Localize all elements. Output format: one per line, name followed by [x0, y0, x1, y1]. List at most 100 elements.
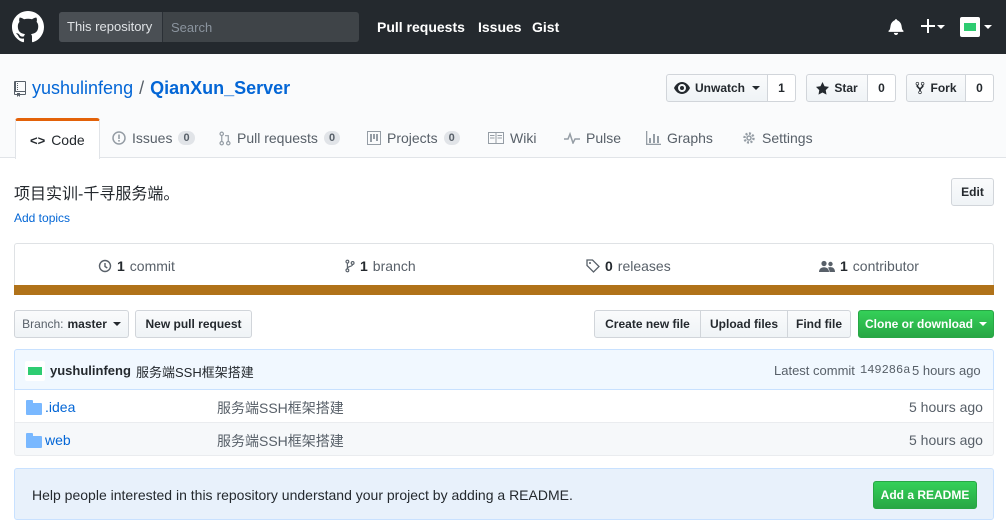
- repo-title: yushulinfeng / QianXun_Server: [14, 78, 290, 99]
- fork-count[interactable]: 0: [966, 74, 994, 102]
- upload-files-button[interactable]: Upload files: [700, 310, 788, 338]
- find-file-button[interactable]: Find file: [787, 310, 851, 338]
- releases-link[interactable]: 0 releases: [586, 258, 671, 274]
- tab-issues[interactable]: Issues 0: [112, 118, 195, 158]
- contributors-link[interactable]: 1 contributor: [819, 258, 919, 274]
- commit-tease: yushulinfeng 服务端SSH框架搭建 Latest commit 14…: [14, 349, 994, 390]
- tab-projects[interactable]: Projects 0: [367, 118, 460, 158]
- table-row: web 服务端SSH框架搭建 5 hours ago: [14, 423, 994, 456]
- commit-author[interactable]: yushulinfeng: [50, 363, 131, 378]
- site-search: This repository: [59, 12, 359, 42]
- edit-description-button[interactable]: Edit: [951, 178, 994, 206]
- repo-owner-link[interactable]: yushulinfeng: [32, 78, 133, 99]
- tab-settings[interactable]: Settings: [742, 118, 813, 158]
- eye-icon: [673, 82, 690, 94]
- code-icon: <>: [30, 132, 46, 148]
- issue-opened-icon: [112, 131, 126, 145]
- chevron-down-icon: [752, 86, 760, 90]
- tab-label: Issues: [132, 130, 173, 146]
- search-input[interactable]: [163, 12, 359, 42]
- file-commit-message[interactable]: 服务端SSH框架搭建: [217, 431, 344, 451]
- contributors-label: contributor: [852, 258, 919, 274]
- tab-label: Pulse: [586, 130, 622, 146]
- readme-prompt: Help people interested in this repositor…: [14, 468, 994, 520]
- language-bar: [14, 285, 994, 295]
- latest-commit-label: Latest commit: [774, 363, 855, 378]
- file-name-link[interactable]: web: [45, 432, 71, 448]
- git-pull-request-icon: [219, 131, 231, 145]
- tab-wiki[interactable]: Wiki: [488, 118, 536, 158]
- releases-label: releases: [617, 258, 671, 274]
- file-commit-message[interactable]: 服务端SSH框架搭建: [217, 398, 344, 418]
- branch-select-button[interactable]: Branch: master: [14, 310, 129, 338]
- table-row: .idea 服务端SSH框架搭建 5 hours ago: [14, 390, 994, 423]
- tab-code[interactable]: <> Code: [15, 118, 100, 159]
- new-pull-request-button[interactable]: New pull request: [135, 310, 252, 338]
- book-icon: [488, 132, 504, 144]
- folder-icon: [26, 433, 42, 448]
- tab-pulse[interactable]: Pulse: [564, 118, 621, 158]
- commits-count: 1: [117, 258, 125, 274]
- add-topics-link[interactable]: Add topics: [14, 211, 70, 225]
- tab-graphs[interactable]: Graphs: [646, 118, 713, 158]
- nav-issues[interactable]: Issues: [478, 19, 522, 35]
- tab-label: Code: [51, 132, 85, 148]
- branches-link[interactable]: 1 branch: [345, 258, 416, 274]
- nav-pull-requests[interactable]: Pull requests: [377, 19, 465, 35]
- search-scope-label: This repository: [59, 12, 163, 42]
- avatar[interactable]: [960, 17, 980, 37]
- nav-gist[interactable]: Gist: [532, 19, 559, 35]
- star-label: Star: [834, 81, 858, 95]
- watch-count[interactable]: 1: [768, 74, 796, 102]
- create-new-file-button[interactable]: Create new file: [594, 310, 701, 338]
- github-logo-icon[interactable]: [12, 11, 44, 43]
- tab-label: Settings: [762, 130, 813, 146]
- repo-description: 项目实训-千寻服务端。: [14, 186, 180, 203]
- chevron-down-icon: [979, 322, 987, 326]
- unwatch-label: Unwatch: [694, 81, 745, 95]
- clone-or-download-button[interactable]: Clone or download: [858, 310, 994, 338]
- branches-label: branch: [372, 258, 416, 274]
- fork-icon: [916, 81, 925, 95]
- plus-icon[interactable]: [921, 19, 935, 33]
- pull-requests-counter: 0: [323, 131, 341, 145]
- star-icon: [816, 81, 830, 95]
- projects-counter: 0: [443, 131, 460, 145]
- tab-label: Wiki: [510, 130, 537, 146]
- tab-label: Projects: [387, 130, 438, 146]
- pulse-icon: [564, 132, 580, 144]
- organization-icon: [819, 260, 835, 272]
- star-button[interactable]: Star: [806, 74, 868, 102]
- history-icon: [98, 259, 112, 273]
- bell-icon[interactable]: [888, 18, 904, 35]
- tab-label: Pull requests: [237, 130, 318, 146]
- tab-pull-requests[interactable]: Pull requests 0: [219, 118, 341, 158]
- clone-label: Clone or download: [865, 317, 973, 331]
- file-age: 5 hours ago: [909, 399, 983, 415]
- commit-sha[interactable]: 149286a: [860, 363, 910, 377]
- project-icon: [367, 131, 381, 145]
- commit-message[interactable]: 服务端SSH框架搭建: [136, 362, 254, 381]
- releases-count: 0: [605, 258, 613, 274]
- commit-age: 5 hours ago: [912, 363, 981, 378]
- add-readme-button[interactable]: Add a README: [873, 481, 977, 509]
- file-name-link[interactable]: .idea: [45, 399, 75, 415]
- chevron-down-icon: [112, 322, 121, 326]
- commits-link[interactable]: 1 commit: [98, 258, 175, 274]
- path-separator: /: [139, 78, 145, 98]
- branches-count: 1: [360, 258, 368, 274]
- repo-name-link[interactable]: QianXun_Server: [150, 78, 290, 99]
- graph-icon: [646, 131, 661, 145]
- file-age: 5 hours ago: [909, 432, 983, 448]
- avatar[interactable]: [25, 361, 45, 381]
- tag-icon: [586, 259, 600, 273]
- fork-label: Fork: [930, 81, 957, 95]
- readme-prompt-text: Help people interested in this repositor…: [32, 487, 573, 503]
- gear-icon: [743, 132, 755, 144]
- unwatch-button[interactable]: Unwatch: [666, 74, 768, 102]
- git-branch-icon: [345, 259, 355, 273]
- folder-icon: [26, 400, 42, 415]
- star-count[interactable]: 0: [868, 74, 896, 102]
- chevron-down-icon: [937, 25, 945, 29]
- fork-button[interactable]: Fork: [906, 74, 966, 102]
